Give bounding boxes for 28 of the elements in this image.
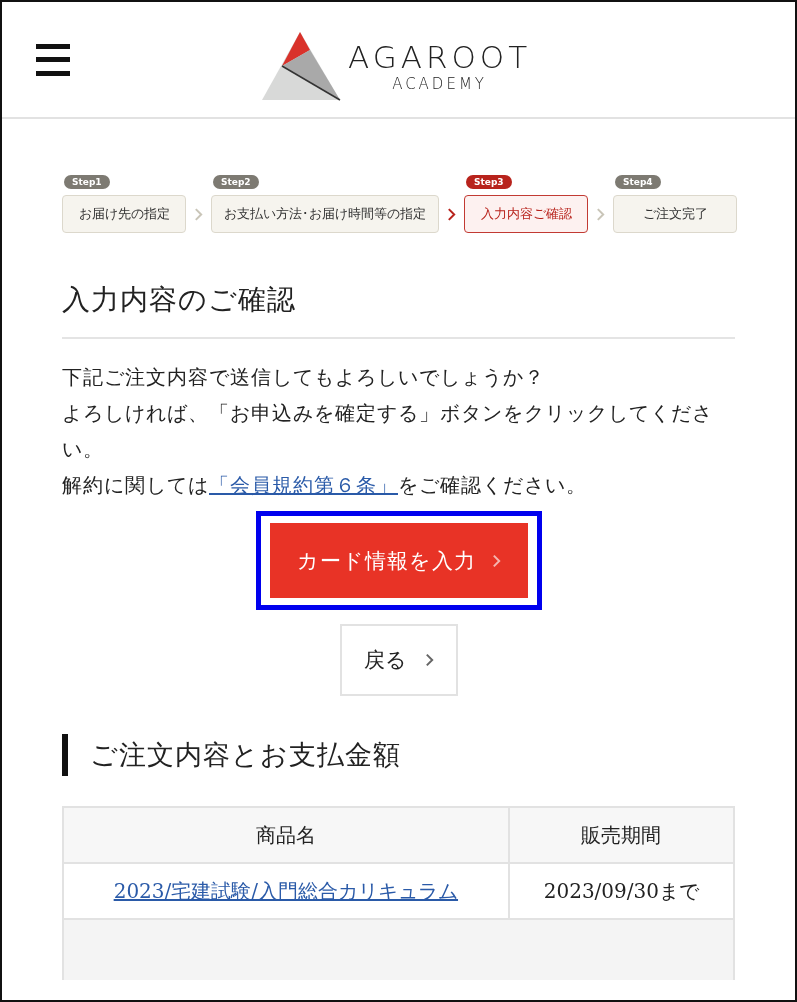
chevron-right-icon [447, 207, 456, 221]
section-heading: ご注文内容とお支払金額 [62, 734, 735, 776]
column-header: 販売期間 [508, 807, 734, 863]
message-text: よろしければ、「お申込みを確定する」ボタンをクリックしてください。 [62, 400, 714, 463]
card-info-button[interactable]: カード情報を入力 [269, 523, 528, 598]
step-label: ご注文完了 [613, 195, 737, 233]
chevron-right-icon [491, 553, 501, 568]
notice-text: 解約に関しては「会員規約第６条」をご確認ください。 [62, 472, 588, 499]
step-badge: Step1 [64, 175, 110, 189]
logo-wordmark: AGAROOT [348, 39, 532, 75]
chevron-right-icon [424, 653, 434, 667]
product-link[interactable]: 2023/宅建試験/入門総合カリキュラム [113, 878, 459, 903]
page-title: 入力内容のご確認 [62, 281, 735, 339]
step-badge: Step3 [466, 175, 512, 189]
chevron-right-icon [596, 207, 605, 221]
triangle-logo-icon [260, 30, 342, 102]
step-badge: Step4 [615, 175, 661, 189]
back-button[interactable]: 戻る [339, 624, 458, 696]
step-badge: Step2 [213, 175, 259, 189]
chevron-right-icon [194, 207, 203, 221]
step-label: お支払い方法･お届け時間等の指定 [211, 195, 439, 233]
step-label: 入力内容ご確認 [464, 195, 588, 233]
menu-button[interactable] [36, 43, 70, 76]
message-text: 下記ご注文内容で送信してもよろしいでしょうか？ [62, 364, 546, 391]
step-label: お届け先の指定 [62, 195, 186, 233]
column-header: 商品名 [63, 807, 509, 863]
terms-link[interactable]: 「会員規約第６条」 [209, 473, 398, 497]
logo-subtitle: ACADEMY [392, 75, 487, 93]
